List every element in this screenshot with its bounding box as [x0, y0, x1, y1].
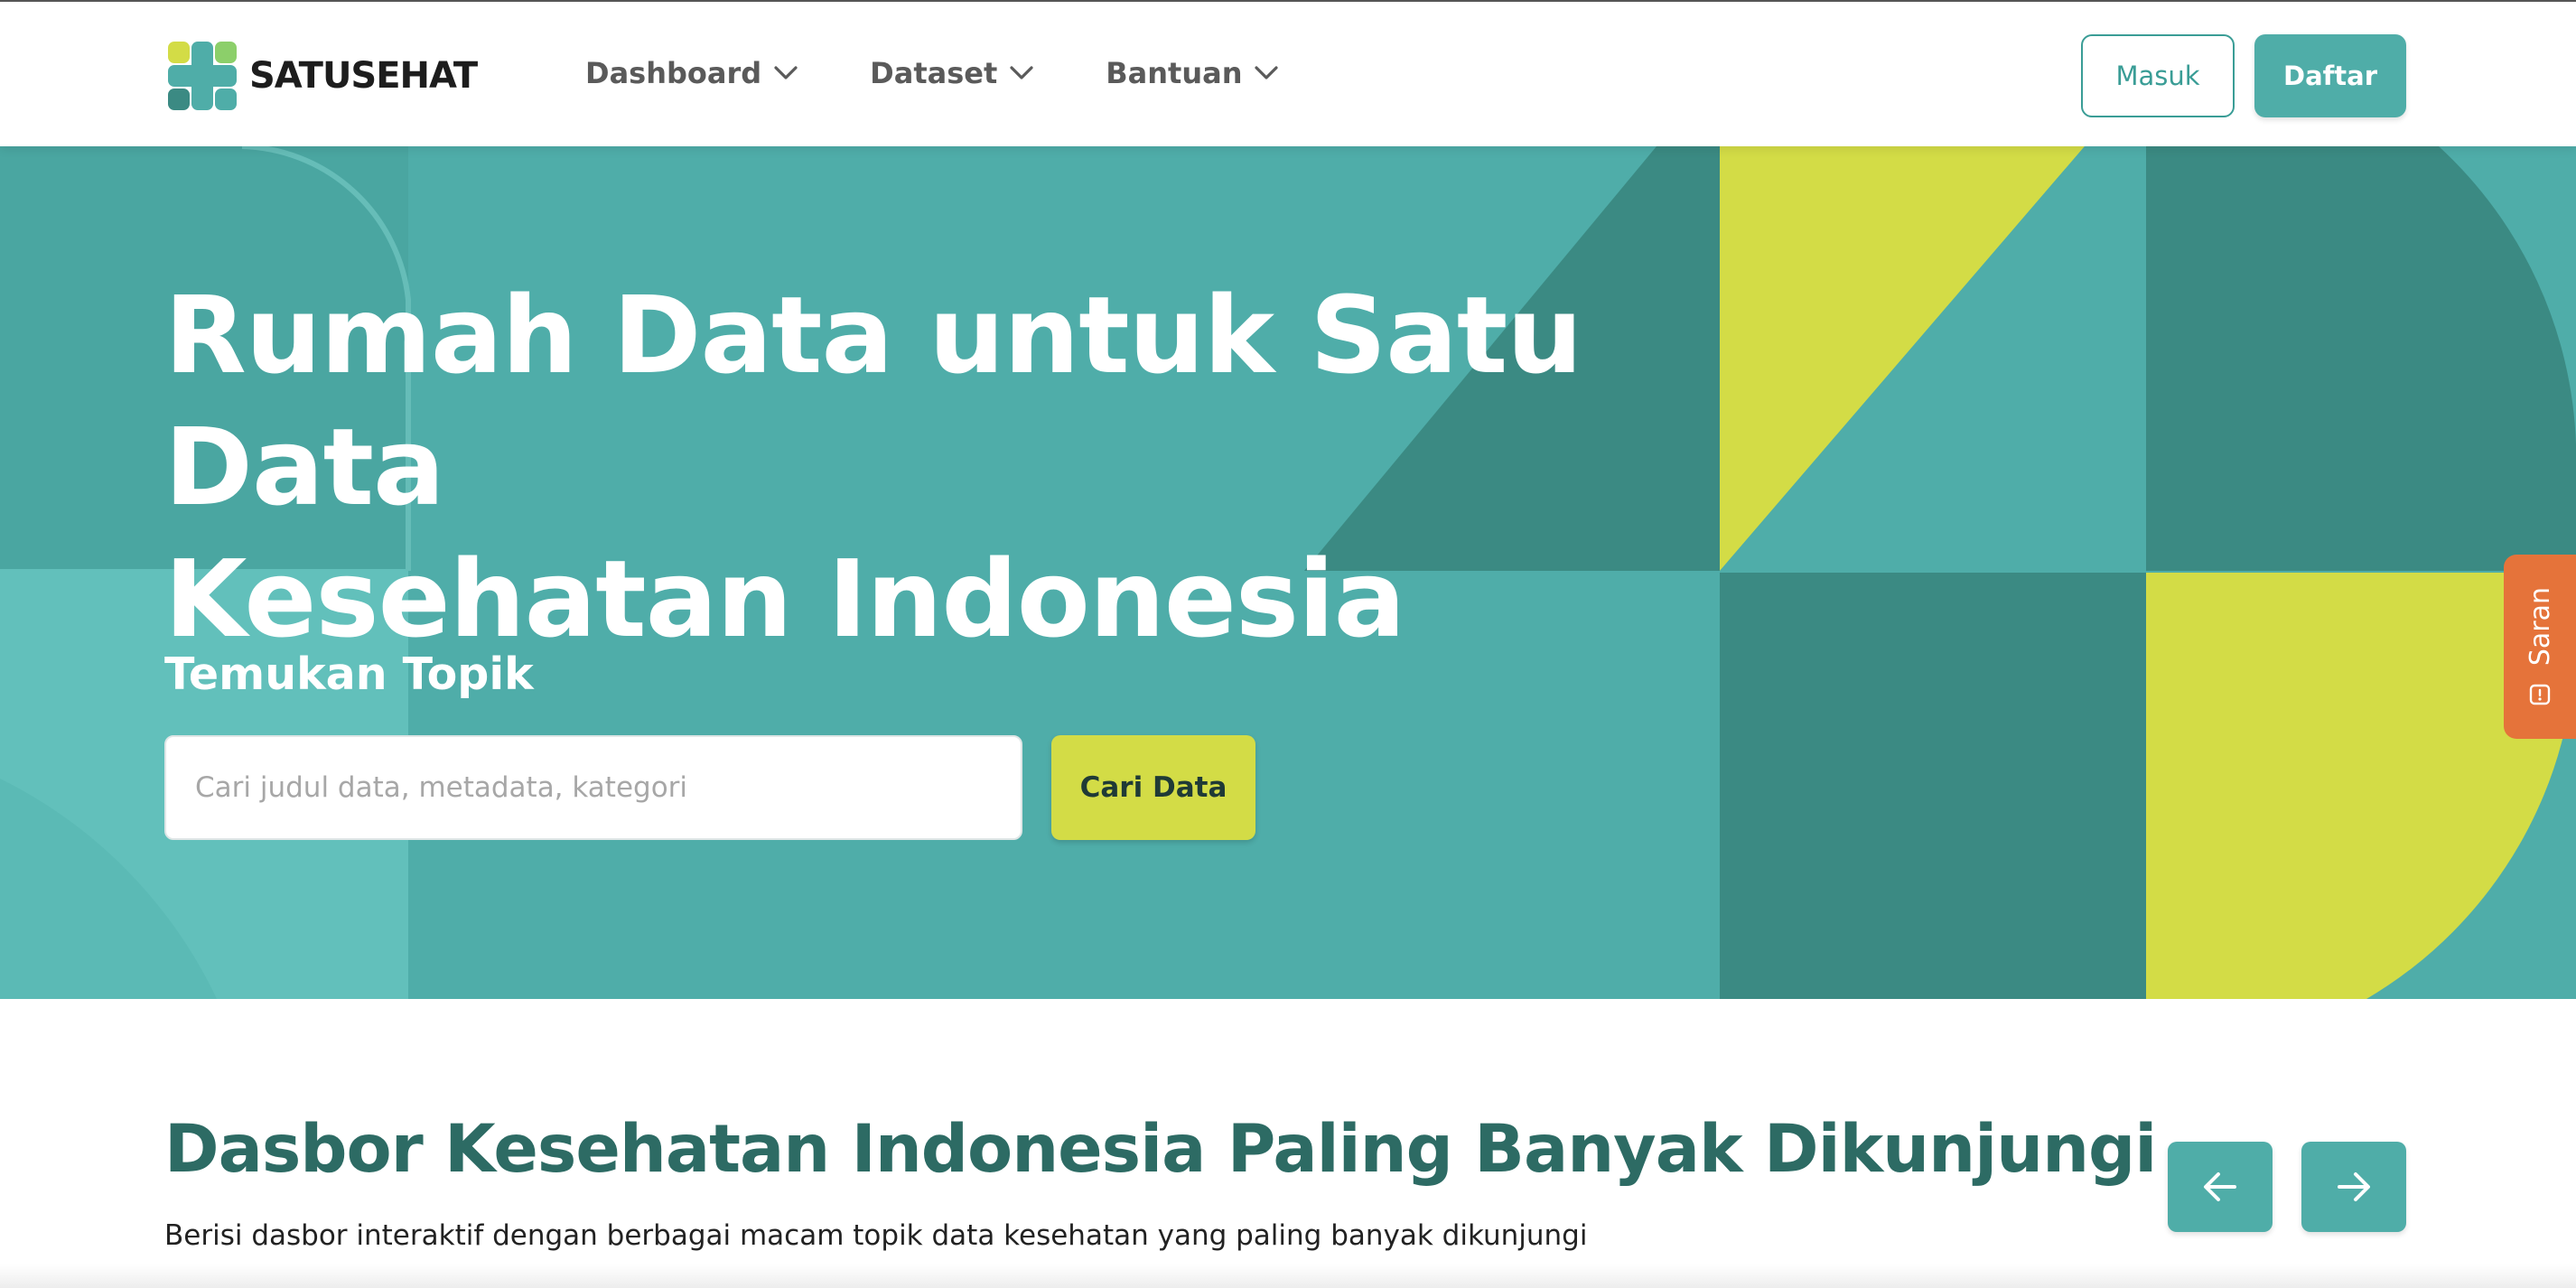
search-input[interactable] [164, 735, 1022, 840]
section-description: Berisi dasbor interaktif dengan berbagai… [164, 1219, 1588, 1252]
page: SATUSEHAT Dashboard Dataset Bantuan Masu… [0, 0, 2576, 1288]
hero-banner: Rumah Data untuk Satu Data Kesehatan Ind… [0, 146, 2576, 999]
nav-bantuan-label: Bantuan [1106, 56, 1243, 90]
hero-title-line-1: Rumah Data untuk Satu Data [164, 273, 1582, 529]
hero-title: Rumah Data untuk Satu Data Kesehatan Ind… [164, 269, 1790, 665]
feedback-icon [2529, 684, 2551, 705]
hero-title-line-2: Kesehatan Indonesia [164, 537, 1405, 661]
section-title: Dasbor Kesehatan Indonesia Paling Banyak… [164, 1111, 2157, 1188]
carousel-prev-button[interactable] [2168, 1142, 2273, 1232]
logo-text: SATUSEHAT [249, 55, 478, 97]
arrow-right-icon [2338, 1172, 2370, 1201]
nav-dataset-label: Dataset [870, 56, 998, 90]
chevron-down-icon [774, 66, 798, 79]
register-button[interactable]: Daftar [2254, 34, 2406, 117]
main-nav: Dashboard Dataset Bantuan [585, 56, 1350, 90]
logo-mark-icon [168, 42, 237, 110]
nav-bantuan[interactable]: Bantuan [1106, 56, 1279, 90]
carousel-next-button[interactable] [2301, 1142, 2406, 1232]
search-button[interactable]: Cari Data [1051, 735, 1255, 840]
nav-dataset[interactable]: Dataset [870, 56, 1033, 90]
feedback-tab[interactable]: Saran [2504, 555, 2576, 739]
login-button[interactable]: Masuk [2081, 34, 2235, 117]
nav-dashboard[interactable]: Dashboard [585, 56, 798, 90]
nav-dashboard-label: Dashboard [585, 56, 762, 90]
search-heading: Temukan Topik [164, 649, 534, 700]
top-navbar: SATUSEHAT Dashboard Dataset Bantuan Masu… [0, 0, 2576, 146]
chevron-down-icon [1255, 66, 1279, 79]
chevron-down-icon [1010, 66, 1033, 79]
arrow-left-icon [2204, 1172, 2236, 1201]
logo[interactable]: SATUSEHAT [168, 42, 478, 110]
feedback-tab-label: Saran [2524, 587, 2556, 667]
bottom-fade [0, 1265, 2576, 1288]
